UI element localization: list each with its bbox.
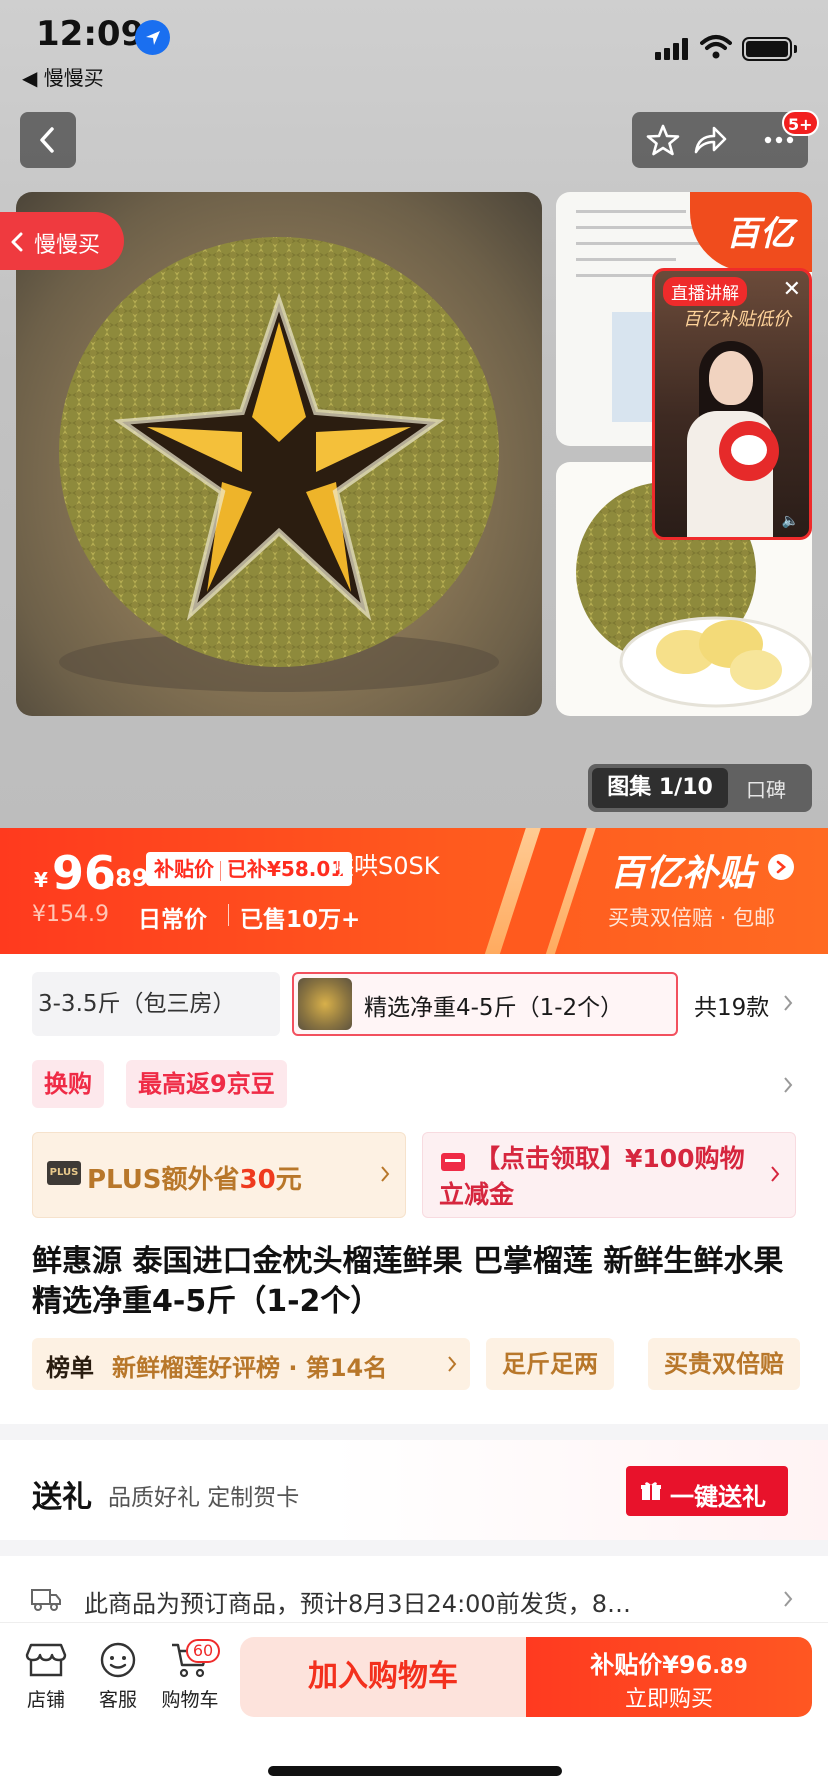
chevron-right-icon[interactable] <box>782 994 794 1012</box>
status-bar: 12:09 ◀ 慢慢买 <box>0 0 828 100</box>
feature-tag[interactable]: 足斤足两 <box>486 1338 614 1390</box>
share-icon[interactable] <box>692 124 728 156</box>
gift-section: 送礼 品质好礼 定制贺卡 一键送礼 <box>0 1440 828 1540</box>
buy-now-button[interactable]: 补贴价¥96.89 立即购买 <box>526 1637 812 1717</box>
album-toggle: 图集 1/10 口碑 <box>588 764 812 812</box>
store-button[interactable]: 店铺 <box>16 1641 76 1712</box>
send-gift-label: 一键送礼 <box>670 1483 766 1511</box>
original-price: ¥154.9 <box>32 902 109 927</box>
spec-option[interactable]: 3-3.5斤（包三房） <box>32 972 280 1036</box>
jd-beans-tag[interactable]: 最高返9京豆 <box>126 1060 287 1108</box>
chevron-right-icon[interactable] <box>768 854 794 880</box>
close-icon[interactable]: ✕ <box>783 277 801 302</box>
ranking-pill[interactable]: 榜单 新鲜榴莲好评榜 · 第14名 <box>32 1338 470 1390</box>
store-label: 店铺 <box>26 1689 65 1711</box>
gift-subtitle: 品质好礼 定制贺卡 <box>108 1485 300 1511</box>
chevron-right-icon <box>784 1591 793 1607</box>
cart-count-badge: 60 <box>186 1639 220 1663</box>
subsidy-tag: 补贴价 已补¥58.01 <box>146 852 353 886</box>
product-info-card: 3-3.5斤（包三房） 精选净重4-5斤（1-2个） 共19款 换购 最高返9京… <box>0 954 828 1424</box>
live-stream-window[interactable]: 百亿补贴低价 直播讲解 ✕ 🔈 <box>652 268 812 540</box>
subsidy-label: 补贴价 <box>154 857 214 881</box>
bybt-corner-text: 百亿 <box>726 214 794 254</box>
service-button[interactable]: 客服 <box>88 1641 148 1712</box>
chevron-right-icon <box>448 1356 457 1372</box>
buy-price: 补贴价¥96.89 <box>590 1651 748 1679</box>
chevron-left-icon <box>40 127 54 153</box>
subsidy-amount: 已补¥58.01 <box>227 857 345 881</box>
product-gallery: 12:09 ◀ 慢慢买 5+ 百亿 百亿补贴低价 直播讲解 ✕ 🔈 慢慢买 图集… <box>0 0 828 830</box>
chevron-right-icon <box>771 1166 780 1182</box>
chevron-right-icon[interactable] <box>782 1076 794 1094</box>
bybt-subtitle: 买贵双倍赔 · 包邮 <box>608 906 776 930</box>
more-icon[interactable] <box>764 136 794 144</box>
customer-service-icon <box>100 1642 136 1678</box>
manmanmai-pill-label: 慢慢买 <box>34 233 101 258</box>
location-arrow-icon <box>135 20 170 55</box>
plus-promo-card[interactable]: PLUS PLUS额外省30元 <box>32 1132 406 1218</box>
spec-thumbnail <box>298 978 352 1030</box>
price-currency: ¥ <box>34 868 48 892</box>
ranking-label: 榜单 <box>46 1354 94 1382</box>
truck-icon <box>31 1589 61 1611</box>
shipping-text: 此商品为预订商品，预计8月3日24:00前发货，8… <box>84 1590 631 1618</box>
tab-album[interactable]: 图集 1/10 <box>592 768 728 808</box>
sold-count: 已售10万+ <box>240 907 361 933</box>
tab-reviews[interactable]: 口碑 <box>746 774 786 803</box>
back-button[interactable] <box>20 112 76 168</box>
coupon-promo-text: 【点击领取】¥100购物立减金 <box>439 1144 745 1209</box>
gift-title: 送礼 <box>32 1480 92 1515</box>
divider <box>228 904 229 926</box>
spec-selected-label: 精选净重4-5斤（1-2个） <box>364 995 624 1021</box>
manmanmai-pill[interactable]: 慢慢买 <box>0 212 124 270</box>
live-host-face <box>709 351 753 405</box>
service-label: 客服 <box>98 1689 137 1711</box>
plus-promo-text: PLUS额外省30元 <box>87 1165 302 1195</box>
chevron-right-icon <box>381 1166 390 1182</box>
speaker-icon[interactable]: 🔈 <box>782 513 799 529</box>
message-badge: 5+ <box>782 110 819 136</box>
send-gift-button[interactable]: 一键送礼 <box>626 1466 788 1516</box>
live-tag: 直播讲解 <box>663 277 747 306</box>
wifi-icon <box>700 35 732 59</box>
durian-illustration <box>59 237 499 692</box>
gift-icon <box>641 1482 661 1500</box>
bybt-logo[interactable]: 百亿补贴 <box>610 844 754 896</box>
spec-count[interactable]: 共19款 <box>694 988 769 1022</box>
add-to-cart-button[interactable]: 加入购物车 <box>240 1637 526 1717</box>
feature-tag[interactable]: 买贵双倍赔 <box>648 1338 800 1390</box>
status-time: 12:09 <box>36 14 145 54</box>
back-to-app-link[interactable]: ◀ 慢慢买 <box>22 62 104 91</box>
overlay-code: 哄哄S0SK <box>330 852 440 880</box>
price-banner: ¥ 96 .89 补贴价 已补¥58.01 哄哄S0SK ¥154.9 日常价 已… <box>0 828 828 954</box>
chevron-left-icon <box>11 232 23 252</box>
buy-now-label: 立即购买 <box>624 1687 713 1712</box>
home-indicator[interactable] <box>268 1766 562 1776</box>
store-icon <box>25 1643 67 1677</box>
cart-label: 购物车 <box>161 1689 219 1711</box>
coupon-promo-card[interactable]: 【点击领取】¥100购物立减金 <box>422 1132 796 1218</box>
plus-icon: PLUS <box>47 1161 81 1185</box>
signal-icon <box>655 38 688 60</box>
live-banner-text: 百亿补贴低价 <box>683 309 791 330</box>
mascot-doll <box>719 421 779 481</box>
spec-option-selected[interactable]: 精选净重4-5斤（1-2个） <box>292 972 678 1036</box>
exchange-tag[interactable]: 换购 <box>32 1060 104 1108</box>
regular-price-label: 日常价 <box>138 907 207 933</box>
ranking-text: 新鲜榴莲好评榜 · 第14名 <box>112 1354 388 1382</box>
star-icon[interactable] <box>646 124 680 156</box>
battery-icon <box>742 37 797 61</box>
main-product-image[interactable] <box>16 192 542 716</box>
product-title: 鲜惠源 泰国进口金枕头榴莲鲜果 巴掌榴莲 新鲜生鲜水果 精选净重4-5斤（1-2… <box>32 1244 784 1319</box>
price-decimal: .89 <box>106 864 149 892</box>
